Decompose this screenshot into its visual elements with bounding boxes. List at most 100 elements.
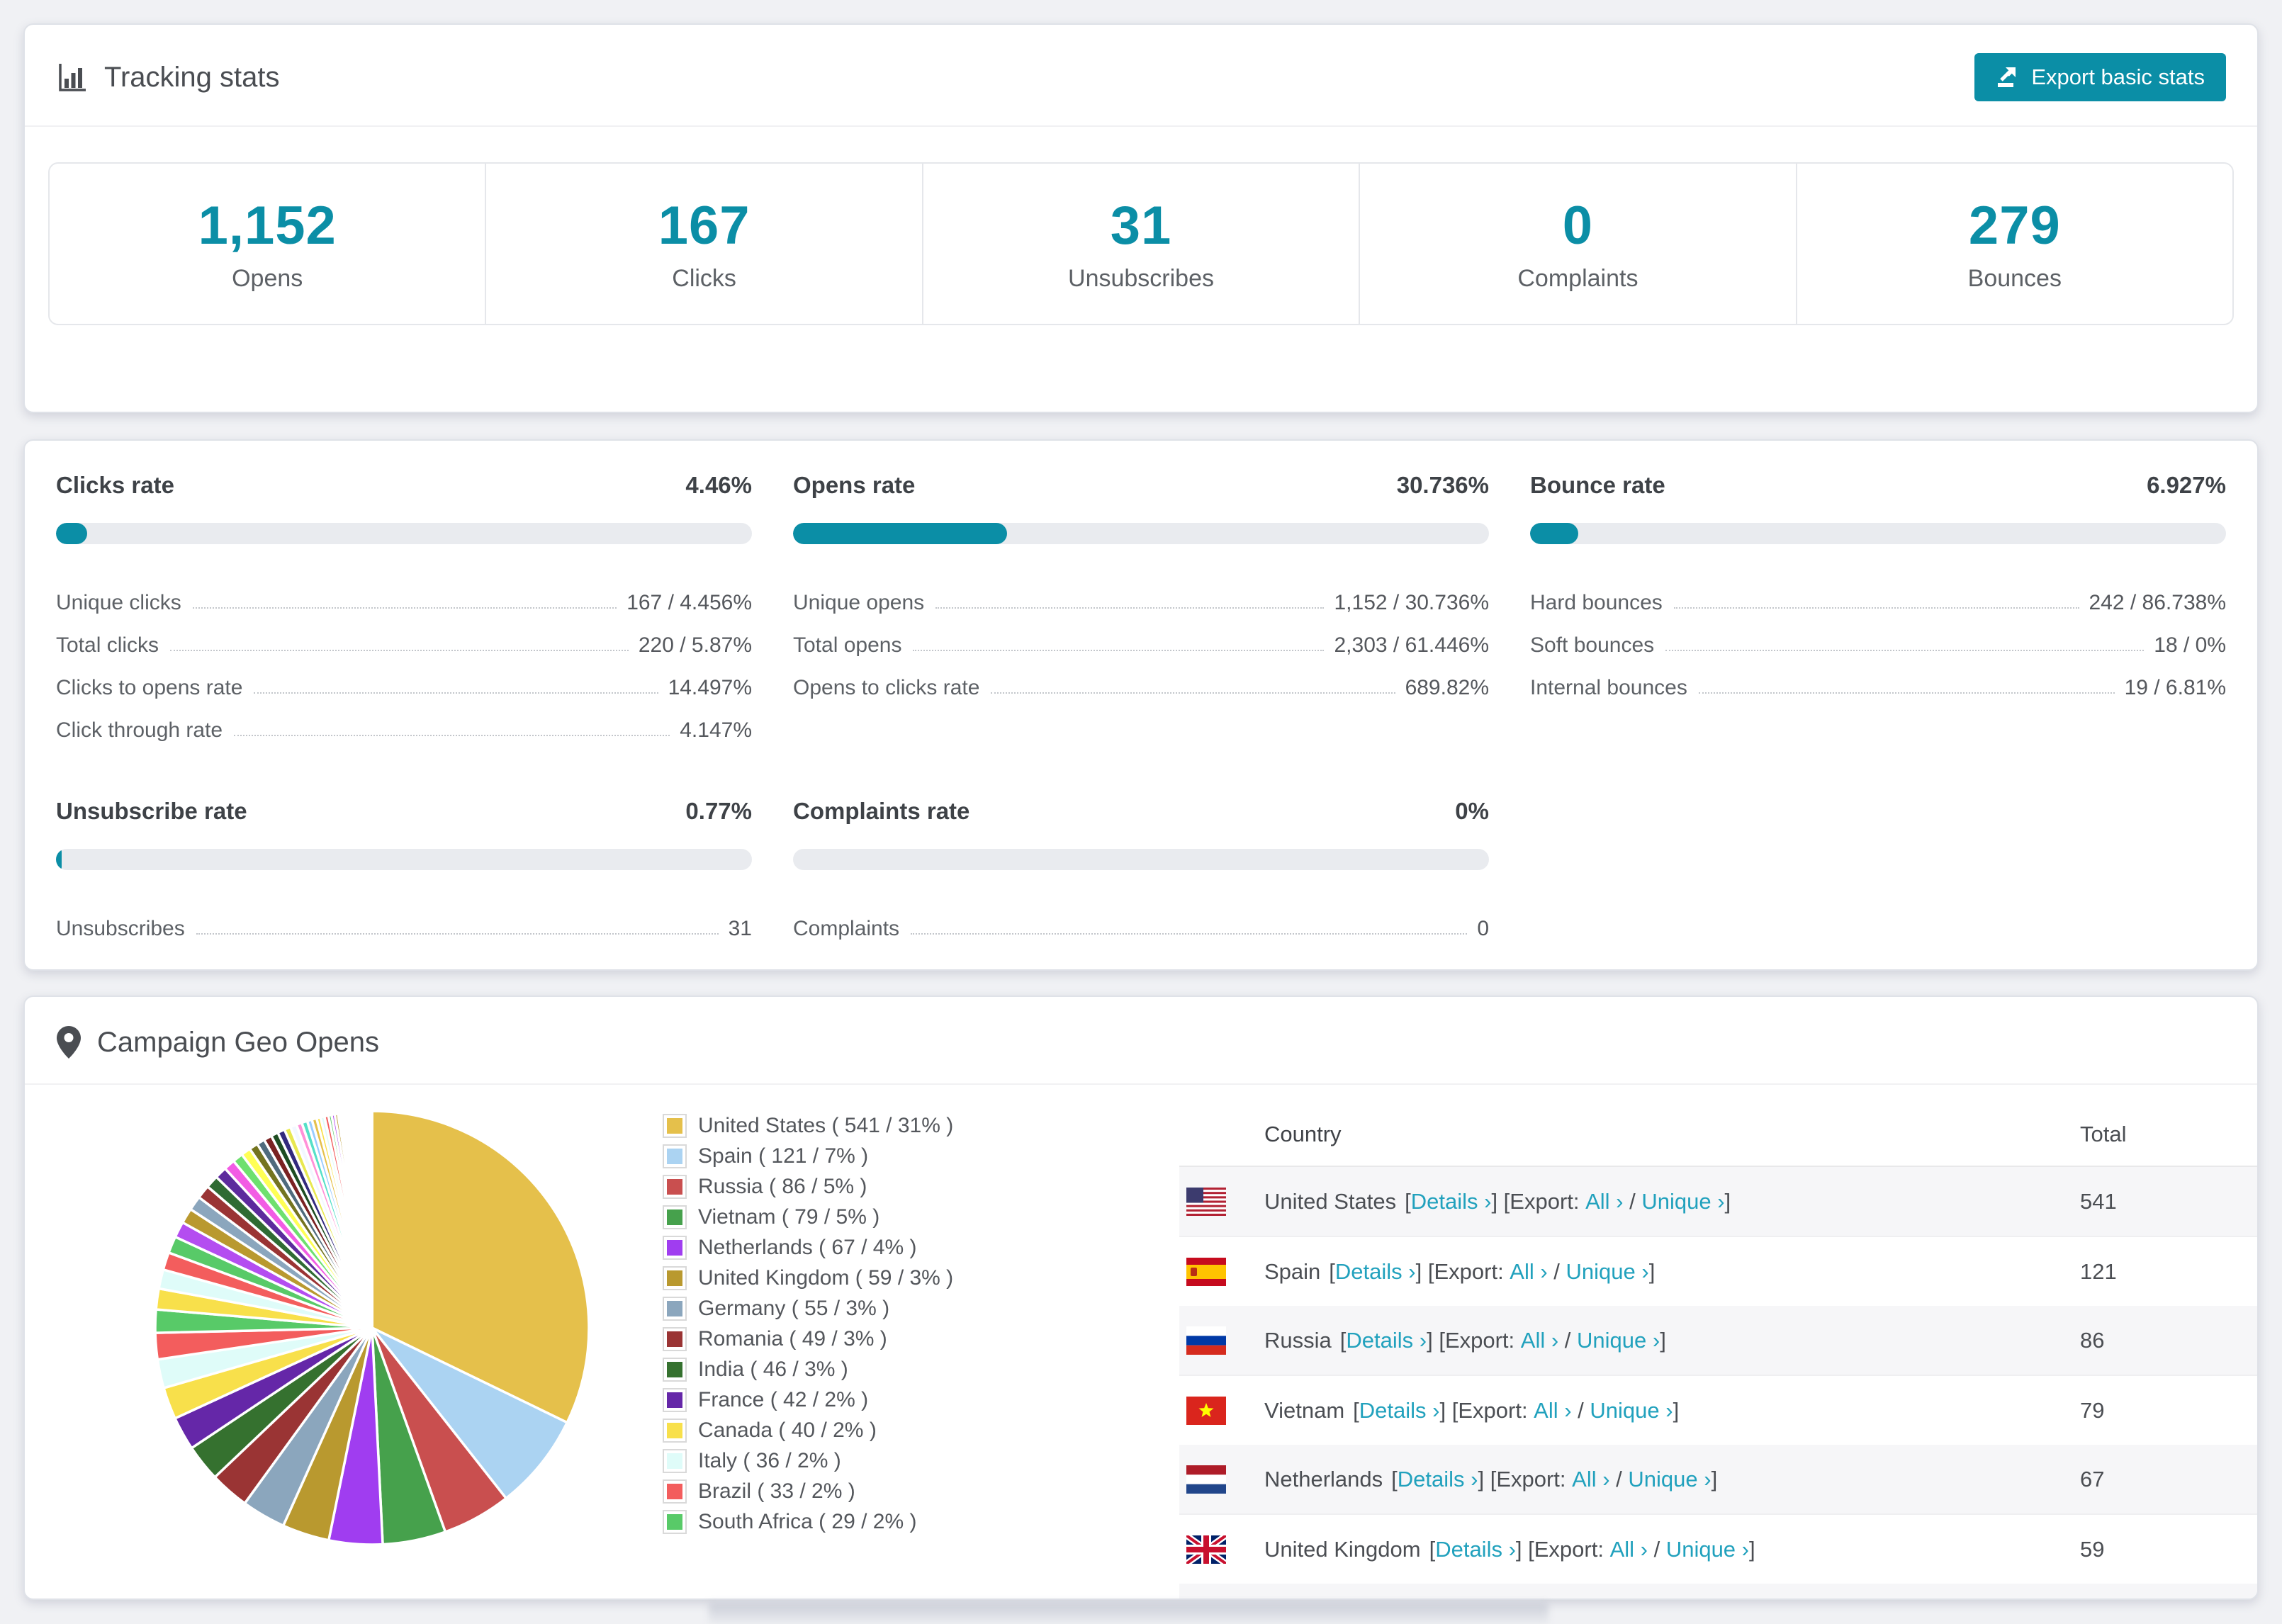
legend-item-india[interactable]: India ( 46 / 3% ): [663, 1354, 953, 1385]
geo-table: Country Total United States[Details ›] […: [1179, 1103, 2257, 1598]
total-column-header: Total: [2080, 1122, 2127, 1146]
details-link[interactable]: Details ›: [1398, 1467, 1478, 1492]
rate-row-value: 31: [728, 917, 752, 940]
progress-bar: [793, 849, 1489, 870]
rate-title: Bounce rate: [1530, 472, 1665, 498]
details-link[interactable]: Details ›: [1435, 1537, 1516, 1562]
dotted-leader: [254, 692, 658, 694]
stat-value: 279: [1968, 196, 2061, 256]
details-link[interactable]: Details ›: [1346, 1328, 1427, 1353]
legend-label: Netherlands ( 67 / 4% ): [698, 1235, 917, 1259]
legend-color-swatch: [663, 1174, 687, 1199]
export-all-link[interactable]: All ›: [1572, 1467, 1609, 1492]
legend-item-france[interactable]: France ( 42 / 2% ): [663, 1385, 953, 1415]
stat-value: 167: [658, 196, 751, 256]
progress-bar: [1530, 523, 2226, 544]
progress-bar-fill: [1530, 523, 1579, 544]
dotted-leader: [192, 607, 617, 609]
rate-row-label: Clicks to opens rate: [56, 676, 243, 699]
country-name: Vietnam: [1264, 1397, 1345, 1423]
ru-flag-icon: [1186, 1326, 1226, 1355]
legend-item-russia[interactable]: Russia ( 86 / 5% ): [663, 1171, 953, 1202]
legend-item-vietnam[interactable]: Vietnam ( 79 / 5% ): [663, 1202, 953, 1232]
legend-item-united-states[interactable]: United States ( 541 / 31% ): [663, 1110, 953, 1141]
bar-chart-icon: [56, 61, 89, 94]
us-flag-icon: [1186, 1187, 1226, 1216]
export-unique-link[interactable]: Unique ›: [1566, 1259, 1649, 1285]
country-name: United States: [1264, 1188, 1397, 1214]
legend-label: Spain ( 121 / 7% ): [698, 1144, 869, 1168]
rate-detail-row: Opens to clicks rate 689.82%: [793, 658, 1489, 700]
rate-row-value: 0: [1477, 917, 1489, 940]
export-all-link[interactable]: All ›: [1585, 1189, 1623, 1214]
geo-table-header: Country Total: [1179, 1103, 2257, 1167]
table-row-vietnam: Vietnam[Details ›] [Export: All › / Uniq…: [1179, 1375, 2257, 1445]
export-unique-link[interactable]: Unique ›: [1577, 1328, 1660, 1353]
export-unique-link[interactable]: Unique ›: [1590, 1398, 1673, 1423]
legend-label: Germany ( 55 / 3% ): [698, 1296, 890, 1320]
details-link[interactable]: Details ›: [1411, 1189, 1492, 1214]
rate-row-value: 14.497%: [668, 676, 752, 699]
legend-label: Vietnam ( 79 / 5% ): [698, 1205, 880, 1229]
legend-item-brazil[interactable]: Brazil ( 33 / 2% ): [663, 1476, 953, 1506]
legend-item-south-africa[interactable]: South Africa ( 29 / 2% ): [663, 1506, 953, 1537]
stat-clicks: 167 Clicks: [486, 164, 923, 324]
legend-color-swatch: [663, 1357, 687, 1382]
legend-color-swatch: [663, 1326, 687, 1351]
bottom-shade: [709, 1603, 1548, 1624]
legend-label: United Kingdom ( 59 / 3% ): [698, 1265, 954, 1290]
rate-percent-value: 30.736%: [1396, 472, 1489, 498]
dotted-leader: [911, 933, 1468, 935]
details-link[interactable]: Details ›: [1359, 1398, 1440, 1423]
export-all-link[interactable]: All ›: [1510, 1259, 1547, 1285]
export-unique-link[interactable]: Unique ›: [1641, 1189, 1724, 1214]
rate-row-label: Unique clicks: [56, 591, 181, 614]
legend-label: France ( 42 / 2% ): [698, 1387, 869, 1411]
export-all-link[interactable]: All ›: [1610, 1537, 1648, 1562]
page-background: { "page": { "bg": "#f0f1f4", "accent": "…: [0, 0, 2282, 1624]
export-all-link[interactable]: All ›: [1521, 1328, 1558, 1353]
legend-item-italy[interactable]: Italy ( 36 / 2% ): [663, 1445, 953, 1476]
rate-row-value: 689.82%: [1405, 676, 1489, 699]
rate-row-label: Unsubscribes: [56, 917, 185, 940]
rate-detail-row: Unique clicks 167 / 4.456%: [56, 573, 752, 615]
export-unique-link[interactable]: Unique ›: [1666, 1537, 1749, 1562]
legend-label: United States ( 541 / 31% ): [698, 1113, 954, 1137]
legend-item-romania[interactable]: Romania ( 49 / 3% ): [663, 1324, 953, 1354]
legend-color-swatch: [663, 1235, 687, 1260]
stat-value: 0: [1562, 196, 1594, 256]
legend-item-canada[interactable]: Canada ( 40 / 2% ): [663, 1415, 953, 1445]
legend-item-netherlands[interactable]: Netherlands ( 67 / 4% ): [663, 1232, 953, 1263]
rate-detail-row: Internal bounces 19 / 6.81%: [1530, 658, 2226, 700]
total-cell: 79: [2080, 1397, 2105, 1423]
rate-row-label: Complaints: [793, 917, 900, 940]
export-prefix: Export:: [1434, 1258, 1510, 1284]
export-basic-stats-button[interactable]: Export basic stats: [1974, 53, 2226, 101]
legend-item-germany[interactable]: Germany ( 55 / 3% ): [663, 1293, 953, 1324]
legend-color-swatch: [663, 1387, 687, 1412]
progress-bar-fill: [793, 523, 1007, 544]
table-row-united-states: United States[Details ›] [Export: All › …: [1179, 1167, 2257, 1236]
country-name: Netherlands: [1264, 1466, 1383, 1492]
stat-bounces: 279 Bounces: [1797, 164, 2232, 324]
export-prefix: Export:: [1534, 1536, 1610, 1562]
rate-block-clicks-rate: Clicks rate 4.46% Unique clicks 167 / 4.456…: [56, 472, 752, 743]
legend-item-spain[interactable]: Spain ( 121 / 7% ): [663, 1141, 953, 1171]
rate-row-value: 2,303 / 61.446%: [1334, 633, 1489, 657]
dotted-leader: [1698, 692, 2115, 694]
geo-table-body: United States[Details ›] [Export: All › …: [1179, 1167, 2257, 1598]
rate-detail-row: Hard bounces 242 / 86.738%: [1530, 573, 2226, 615]
legend-color-swatch: [663, 1418, 687, 1443]
legend-color-swatch: [663, 1113, 687, 1138]
export-unique-link[interactable]: Unique ›: [1628, 1467, 1711, 1492]
rate-detail-row: Unsubscribes 31: [56, 898, 752, 941]
rate-row-value: 1,152 / 30.736%: [1334, 591, 1489, 614]
export-prefix: Export:: [1458, 1397, 1534, 1423]
export-all-link[interactable]: All ›: [1534, 1398, 1571, 1423]
legend-item-united-kingdom[interactable]: United Kingdom ( 59 / 3% ): [663, 1263, 953, 1293]
rate-row-value: 4.147%: [680, 718, 752, 742]
dotted-leader: [196, 933, 719, 935]
geo-header: Campaign Geo Opens: [25, 997, 2257, 1085]
legend-label: Italy ( 36 / 2% ): [698, 1448, 841, 1472]
details-link[interactable]: Details ›: [1335, 1259, 1416, 1285]
